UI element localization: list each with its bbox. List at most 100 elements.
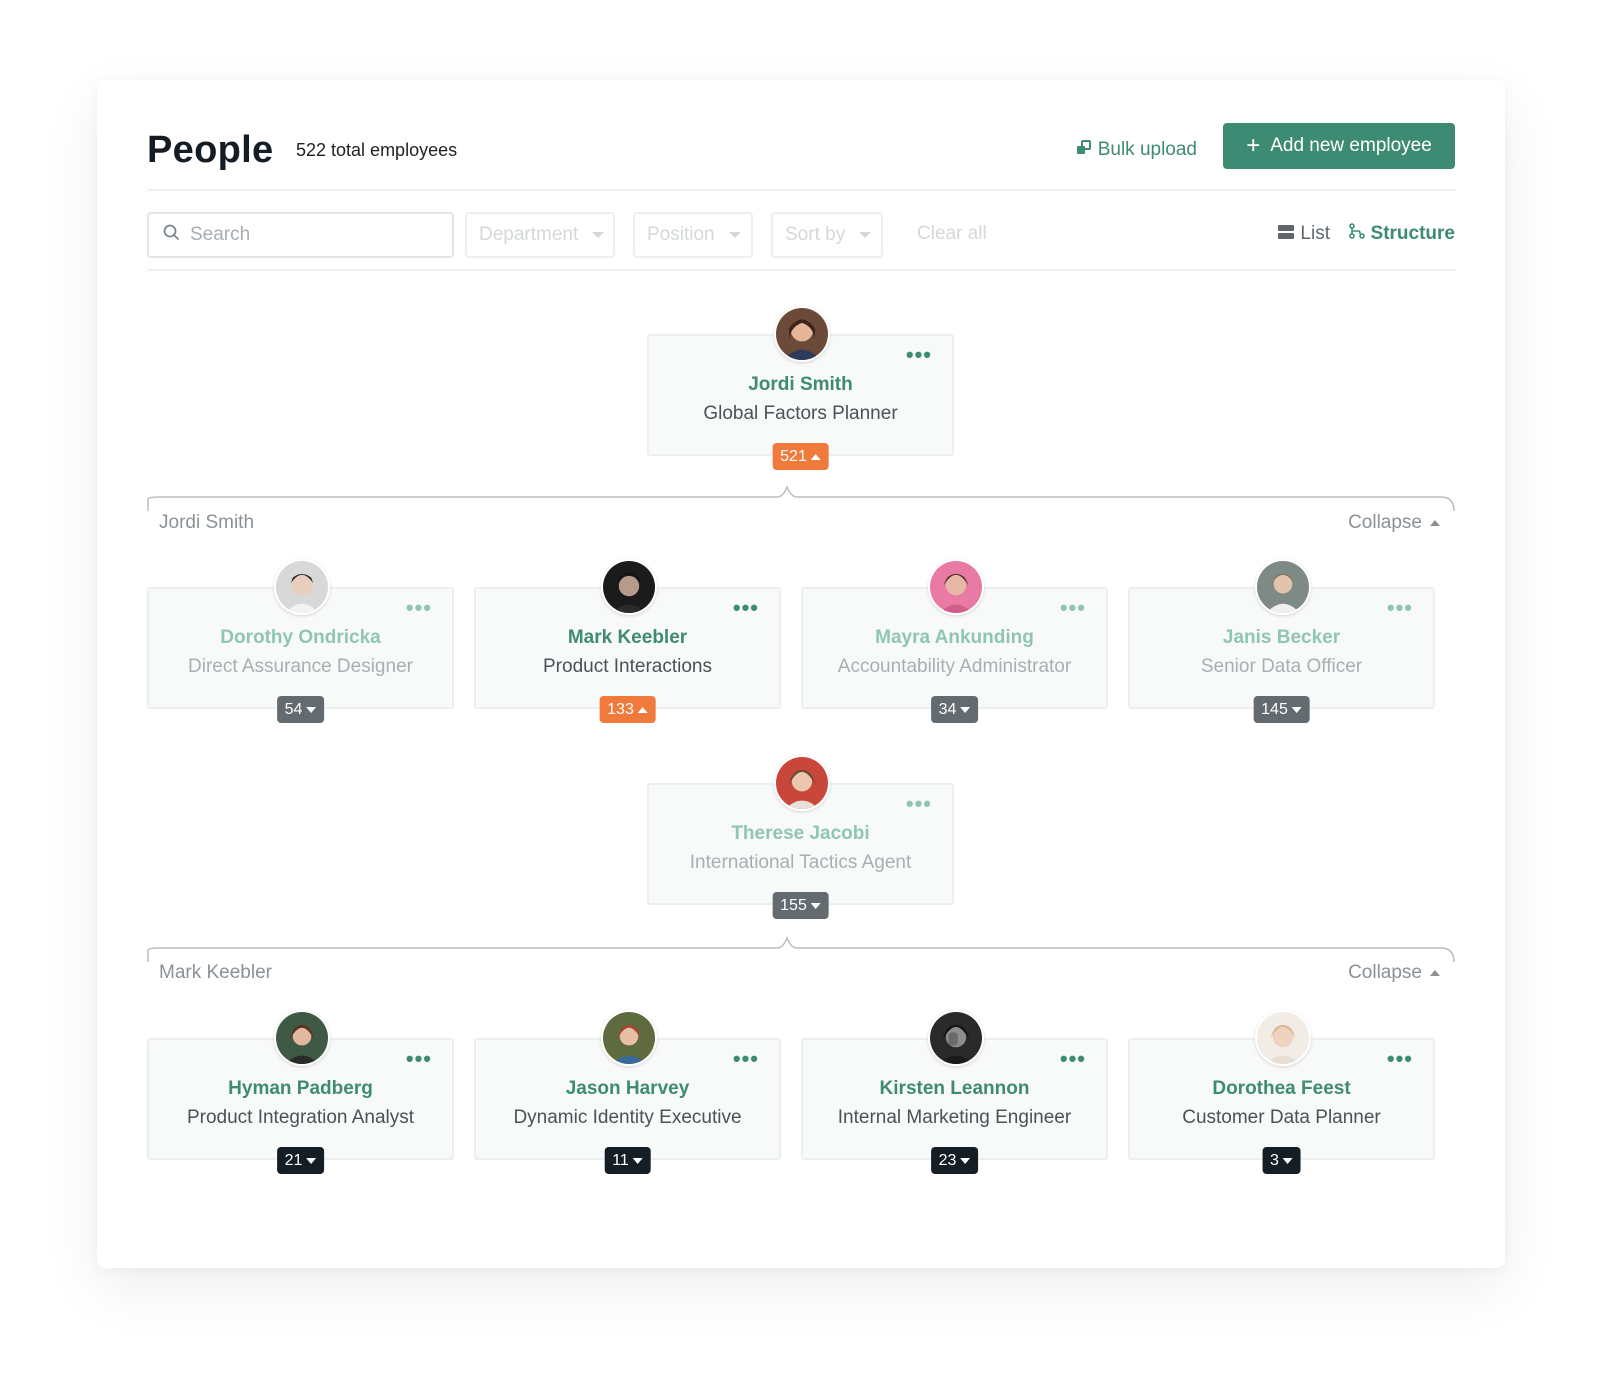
add-employee-button[interactable]: + Add new employee bbox=[1223, 123, 1455, 169]
upload-icon bbox=[1076, 136, 1092, 164]
employee-card[interactable]: ••• Hyman Padberg Product Integration An… bbox=[147, 1010, 454, 1174]
reports-count-badge[interactable]: 34 bbox=[930, 696, 979, 723]
bulk-upload-button[interactable]: Bulk upload bbox=[1076, 136, 1197, 164]
avatar bbox=[1255, 559, 1311, 615]
more-options-icon[interactable]: ••• bbox=[1060, 1048, 1086, 1070]
employee-role: Dynamic Identity Executive bbox=[513, 1107, 742, 1128]
chevron-down-icon bbox=[859, 232, 872, 238]
collapse-button[interactable]: Collapse bbox=[1348, 962, 1440, 984]
collapse-label: Collapse bbox=[1348, 962, 1422, 983]
avatar bbox=[1255, 1010, 1311, 1066]
employee-card[interactable]: ••• Mayra Ankunding Accountability Admin… bbox=[801, 559, 1108, 723]
position-dropdown[interactable]: Position bbox=[633, 212, 753, 258]
reports-count-badge[interactable]: 23 bbox=[930, 1147, 979, 1174]
caret-down-icon bbox=[632, 1157, 643, 1164]
collapse-button[interactable]: Collapse bbox=[1348, 512, 1440, 534]
employee-role: Accountability Administrator bbox=[837, 656, 1072, 677]
reports-count: 3 bbox=[1270, 1151, 1279, 1169]
reports-count-badge[interactable]: 54 bbox=[276, 696, 325, 723]
page-header: People 522 total employees Bulk upload +… bbox=[147, 123, 1455, 172]
caret-up-icon bbox=[1430, 520, 1440, 526]
caret-up-icon bbox=[810, 453, 821, 460]
people-panel: People 522 total employees Bulk upload +… bbox=[97, 80, 1505, 1268]
employee-card[interactable]: ••• Jason Harvey Dynamic Identity Execut… bbox=[474, 1010, 781, 1174]
list-label: List bbox=[1300, 223, 1330, 244]
header-divider bbox=[147, 189, 1455, 191]
caret-down-icon bbox=[810, 902, 821, 909]
avatar bbox=[774, 755, 830, 811]
sort-by-label: Sort by bbox=[785, 224, 846, 245]
reports-count-badge[interactable]: 521 bbox=[772, 443, 829, 470]
employee-card[interactable]: ••• Dorothea Feest Customer Data Planner… bbox=[1128, 1010, 1435, 1174]
list-view-toggle[interactable]: List bbox=[1278, 223, 1330, 245]
department-dropdown[interactable]: Department bbox=[465, 212, 615, 258]
avatar bbox=[928, 559, 984, 615]
group-connector bbox=[147, 935, 1455, 963]
employee-name: Janis Becker bbox=[1222, 627, 1341, 648]
more-options-icon[interactable]: ••• bbox=[1387, 1048, 1413, 1070]
employee-name: Dorothy Ondricka bbox=[220, 627, 381, 648]
employee-name: Therese Jacobi bbox=[731, 823, 870, 844]
sort-by-dropdown[interactable]: Sort by bbox=[771, 212, 883, 258]
employee-card[interactable]: ••• Mark Keebler Product Interactions 13… bbox=[474, 559, 781, 723]
group-manager-label: Jordi Smith bbox=[159, 512, 255, 533]
position-label: Position bbox=[647, 224, 715, 245]
caret-down-icon bbox=[306, 1157, 317, 1164]
search-icon bbox=[163, 224, 180, 246]
more-options-icon[interactable]: ••• bbox=[1387, 597, 1413, 619]
employee-role: Direct Assurance Designer bbox=[188, 656, 413, 677]
more-options-icon[interactable]: ••• bbox=[733, 1048, 759, 1070]
caret-down-icon bbox=[1282, 1157, 1293, 1164]
group-connector bbox=[147, 484, 1455, 512]
reports-count-badge[interactable]: 21 bbox=[276, 1147, 325, 1174]
more-options-icon[interactable]: ••• bbox=[406, 597, 432, 619]
filter-divider bbox=[147, 269, 1455, 271]
chevron-down-icon bbox=[592, 232, 605, 238]
reports-count-badge[interactable]: 3 bbox=[1262, 1147, 1301, 1174]
list-icon bbox=[1278, 223, 1295, 245]
clear-all-button[interactable]: Clear all bbox=[917, 223, 987, 245]
employee-card-root[interactable]: ••• Jordi Smith Global Factors Planner 5… bbox=[647, 306, 954, 470]
employee-card[interactable]: ••• Kirsten Leannon Internal Marketing E… bbox=[801, 1010, 1108, 1174]
more-options-icon[interactable]: ••• bbox=[906, 344, 932, 366]
employee-name: Dorothea Feest bbox=[1212, 1078, 1351, 1099]
total-employees: 522 total employees bbox=[296, 140, 458, 160]
structure-view-toggle[interactable]: Structure bbox=[1348, 223, 1455, 245]
collapse-label: Collapse bbox=[1348, 512, 1422, 533]
employee-role: Customer Data Planner bbox=[1182, 1107, 1381, 1128]
more-options-icon[interactable]: ••• bbox=[1060, 597, 1086, 619]
search-box[interactable] bbox=[147, 212, 454, 258]
reports-count: 34 bbox=[938, 700, 957, 718]
reports-count: 23 bbox=[938, 1151, 957, 1169]
employee-name: Kirsten Leannon bbox=[879, 1078, 1030, 1099]
caret-up-icon bbox=[637, 706, 648, 713]
reports-count-badge[interactable]: 155 bbox=[772, 892, 829, 919]
reports-count-badge[interactable]: 145 bbox=[1253, 696, 1310, 723]
add-employee-label: Add new employee bbox=[1270, 135, 1432, 156]
caret-down-icon bbox=[960, 1157, 971, 1164]
avatar bbox=[274, 559, 330, 615]
reports-count: 145 bbox=[1261, 700, 1288, 718]
more-options-icon[interactable]: ••• bbox=[733, 597, 759, 619]
more-options-icon[interactable]: ••• bbox=[906, 793, 932, 815]
caret-up-icon bbox=[1430, 970, 1440, 976]
employee-card[interactable]: ••• Dorothy Ondricka Direct Assurance De… bbox=[147, 559, 454, 723]
employee-card[interactable]: ••• Janis Becker Senior Data Officer 145 bbox=[1128, 559, 1435, 723]
reports-count-badge[interactable]: 133 bbox=[599, 696, 656, 723]
filter-bar: Department Position Sort by Clear all Li… bbox=[147, 212, 1455, 258]
reports-count: 21 bbox=[284, 1151, 303, 1169]
reports-count: 54 bbox=[284, 700, 303, 718]
employee-role: Internal Marketing Engineer bbox=[837, 1107, 1072, 1128]
caret-down-icon bbox=[960, 706, 971, 713]
hierarchy-icon bbox=[1348, 223, 1365, 245]
search-input[interactable] bbox=[190, 224, 430, 246]
reports-count: 133 bbox=[607, 700, 634, 718]
reports-count: 155 bbox=[780, 896, 807, 914]
employee-card[interactable]: ••• Therese Jacobi International Tactics… bbox=[647, 755, 954, 919]
plus-icon: + bbox=[1246, 132, 1261, 159]
page-title: People bbox=[147, 129, 274, 171]
employee-role: Global Factors Planner bbox=[703, 403, 898, 424]
more-options-icon[interactable]: ••• bbox=[406, 1048, 432, 1070]
avatar bbox=[774, 306, 830, 362]
reports-count-badge[interactable]: 11 bbox=[604, 1147, 651, 1174]
